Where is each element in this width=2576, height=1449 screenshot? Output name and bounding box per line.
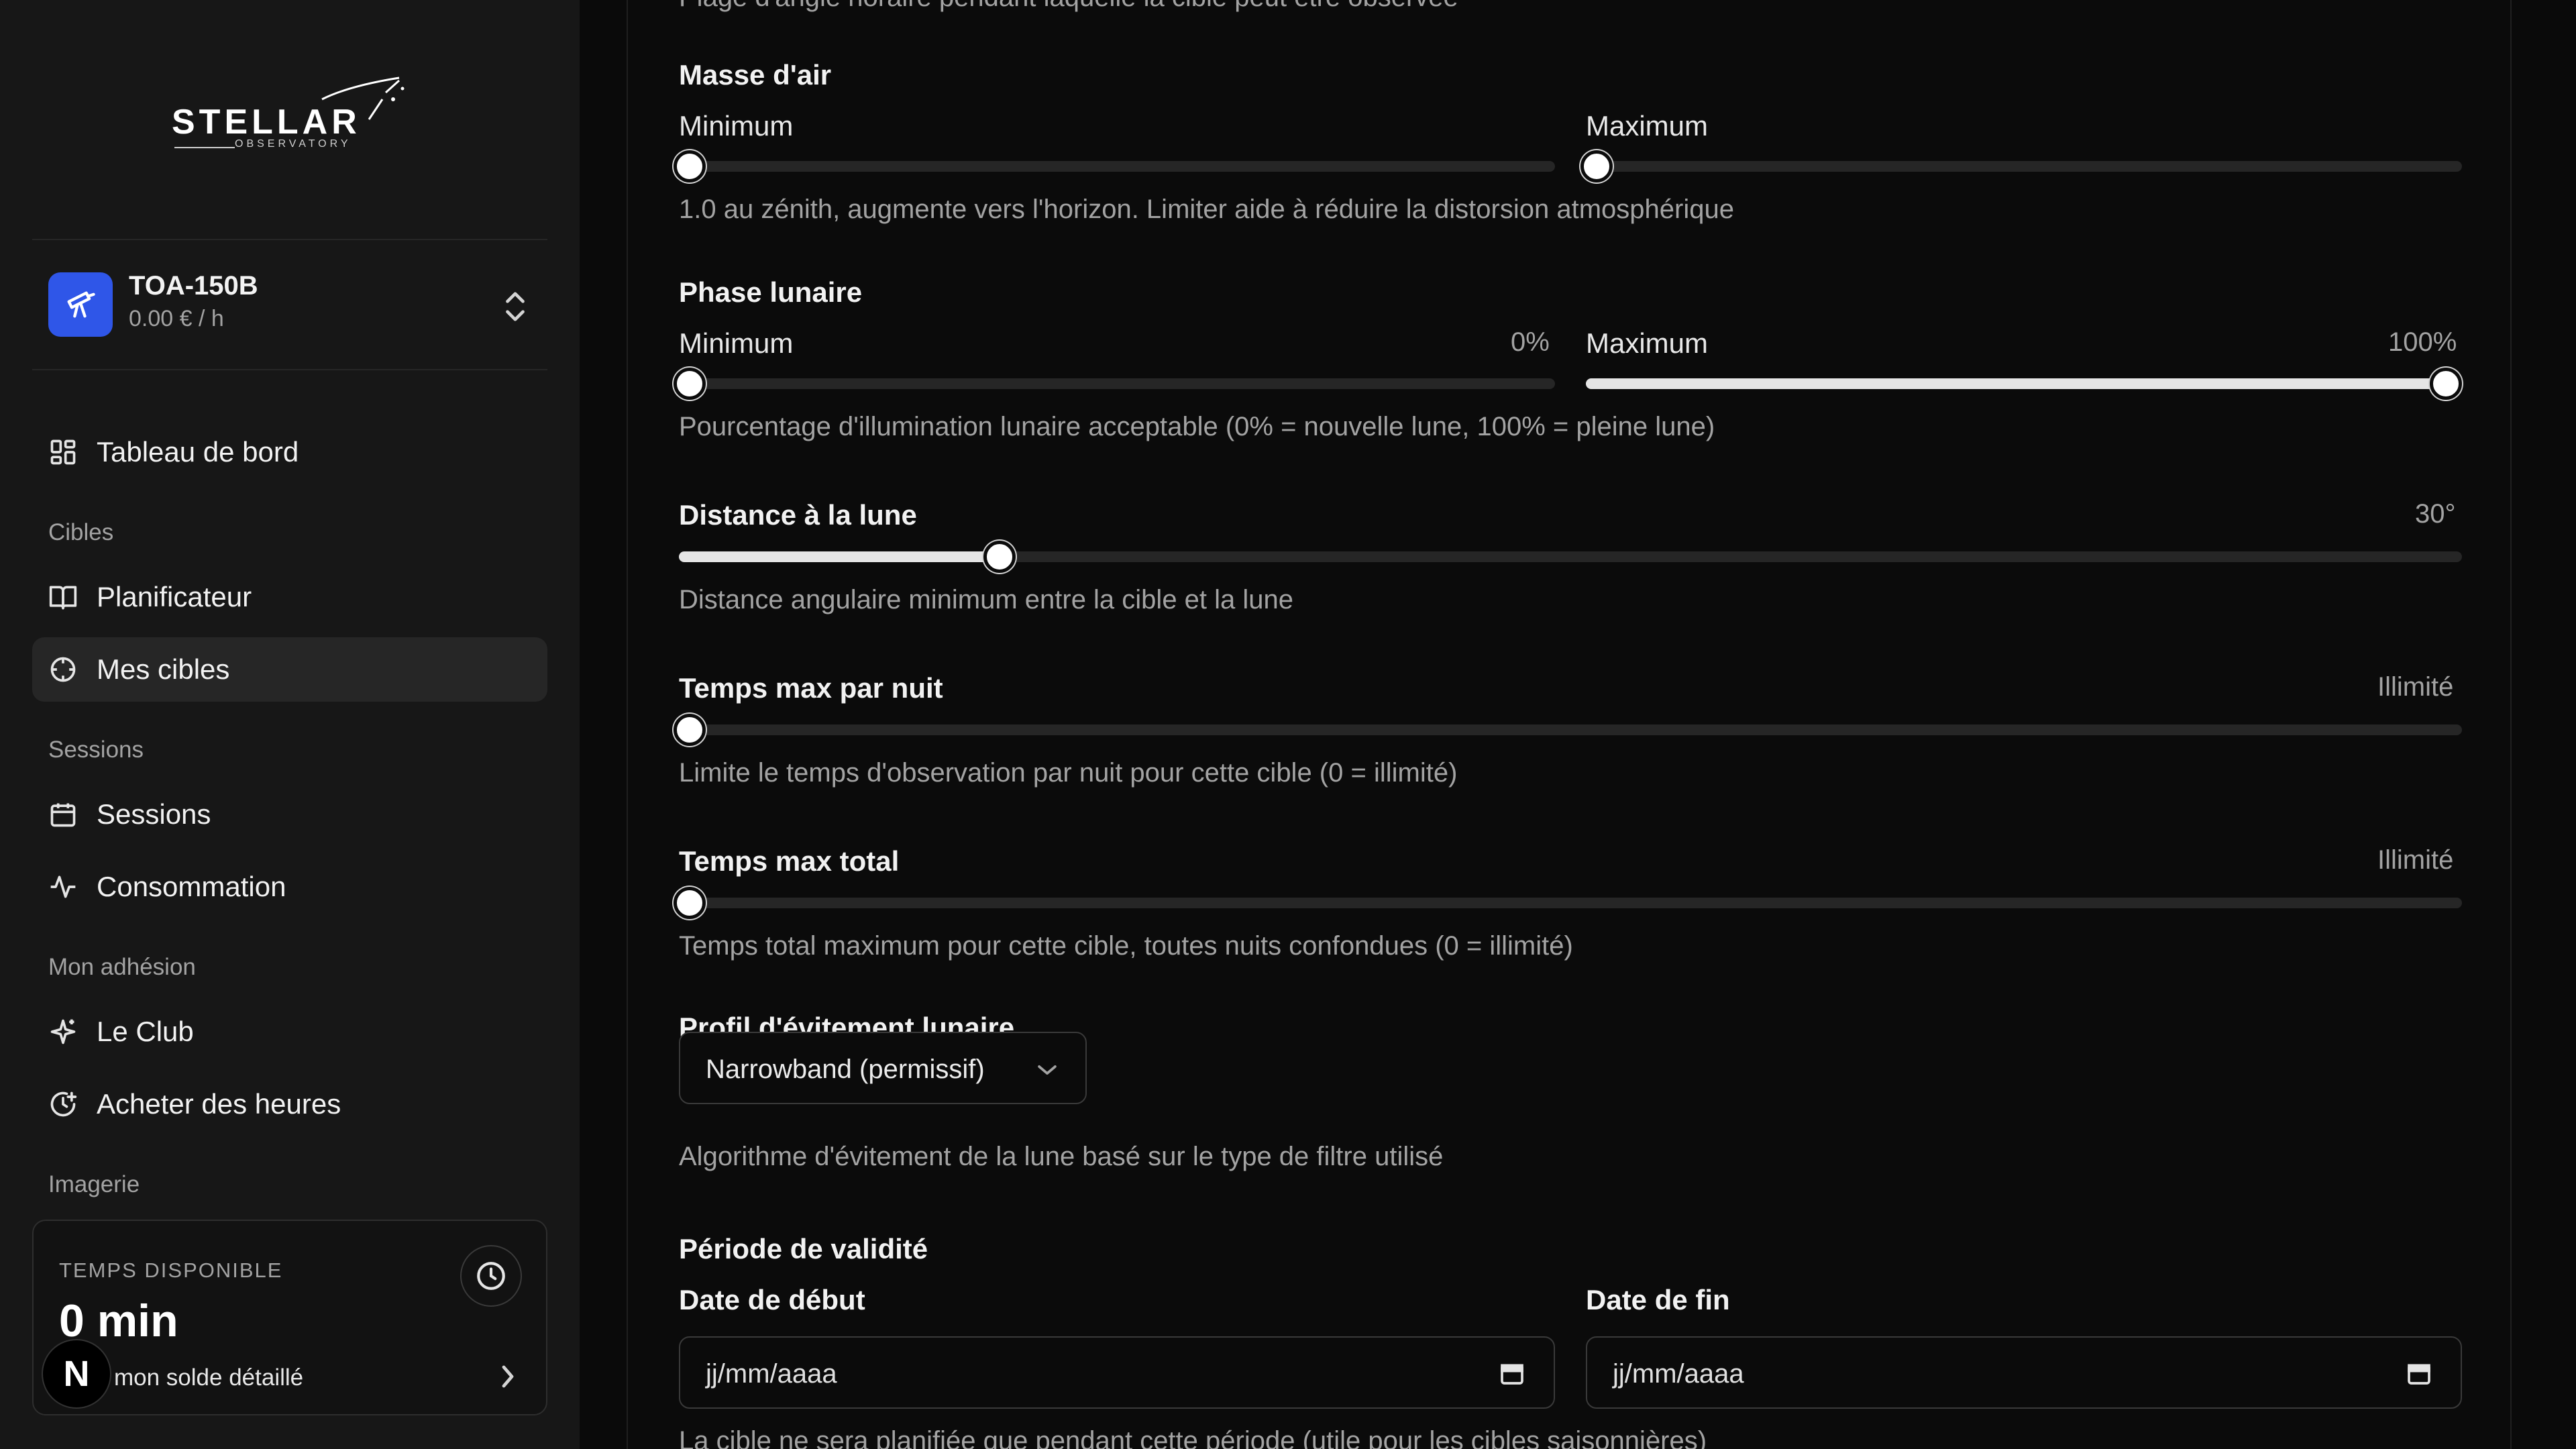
avoidance-help: Algorithme d'évitement de la lune basé s… (679, 1142, 1444, 1171)
nav-section-sessions: Sessions (48, 737, 144, 763)
sparkles-icon (50, 1019, 76, 1044)
moon-distance-title: Distance à la lune (679, 499, 917, 531)
nav-item-planner[interactable]: Planificateur (32, 565, 547, 629)
moon-phase-min-slider[interactable] (674, 368, 1555, 400)
avoidance-profile-select[interactable]: Narrowband (permissif) (679, 1032, 1087, 1104)
nav-item-dashboard[interactable]: Tableau de bord (32, 420, 547, 484)
crosshair-icon (50, 657, 76, 682)
moon-phase-help: Pourcentage d'illumination lunaire accep… (679, 412, 1715, 441)
nav-label: Acheter des heures (97, 1088, 341, 1120)
moon-phase-min-label: Minimum (679, 327, 794, 359)
nav-item-my-targets[interactable]: Mes cibles (32, 637, 547, 702)
calendar-icon[interactable] (2406, 1359, 2432, 1387)
moon-distance-help: Distance angulaire minimum entre la cibl… (679, 585, 1294, 614)
max-per-night-title: Temps max par nuit (679, 672, 943, 704)
end-date-placeholder: jj/mm/aaaa (1613, 1359, 1744, 1389)
nav-section-membership: Mon adhésion (48, 954, 196, 980)
airmass-max-label: Maximum (1586, 110, 1709, 142)
divider (32, 239, 547, 240)
calendar-icon (50, 803, 76, 827)
device-name: TOA-150B (129, 271, 258, 301)
max-total-help: Temps total maximum pour cette cible, to… (679, 931, 1573, 961)
sidebar: STELLAR OBSERVATORY TOA-150B 0.00 € / h … (0, 0, 580, 1449)
nav-section-targets: Cibles (48, 519, 114, 545)
slider-thumb[interactable] (674, 150, 706, 182)
available-time-label: TEMPS DISPONIBLE (59, 1258, 283, 1282)
device-price: 0.00 € / h (129, 306, 224, 331)
slider-thumb[interactable] (674, 714, 706, 746)
nav-label: Le Club (97, 1016, 194, 1047)
calendar-icon[interactable] (1499, 1359, 1525, 1387)
slider-thumb[interactable] (1580, 150, 1613, 182)
airmass-max-slider[interactable] (1580, 150, 2462, 182)
nav-label: Mes cibles (97, 653, 230, 685)
end-date-input[interactable]: jj/mm/aaaa (1586, 1336, 2462, 1409)
stellar-logo[interactable]: STELLAR OBSERVATORY (168, 72, 409, 153)
nav-label: Consommation (97, 871, 286, 902)
airmass-min-slider[interactable] (674, 150, 1555, 182)
moon-phase-min-value: 0% (1511, 327, 1550, 357)
max-total-title: Temps max total (679, 845, 900, 877)
end-date-label: Date de fin (1586, 1284, 1730, 1316)
grid-icon (50, 439, 76, 465)
slider-thumb[interactable] (983, 541, 1016, 573)
n-badge-icon[interactable]: N (42, 1339, 111, 1409)
clock-plus-icon (50, 1091, 77, 1117)
max-total-value: Illimité (2377, 845, 2454, 875)
nav-item-club[interactable]: Le Club (32, 1000, 547, 1064)
target-settings-panel: Plage d'angle horaire pendant laquelle l… (627, 0, 2512, 1449)
slider-thumb[interactable] (674, 368, 706, 400)
validity-title: Période de validité (679, 1233, 928, 1265)
moon-phase-max-slider[interactable] (1586, 368, 2462, 400)
activity-icon (50, 875, 76, 898)
moon-distance-value: 30° (2415, 499, 2456, 529)
chevrons-up-down-icon[interactable] (502, 290, 529, 323)
airmass-title: Masse d'air (679, 59, 832, 91)
telescope-icon (48, 272, 113, 337)
slider-fill (1586, 378, 2446, 389)
chevron-down-icon (1038, 1065, 1057, 1075)
available-time-card[interactable]: TEMPS DISPONIBLE 0 min mon solde détaill… (32, 1220, 547, 1415)
chevron-right-icon (502, 1365, 514, 1388)
max-per-night-value: Illimité (2377, 672, 2454, 702)
slider-fill (679, 551, 1000, 562)
slider-thumb[interactable] (2430, 368, 2462, 400)
nav-section-imaging: Imagerie (48, 1171, 140, 1197)
start-date-placeholder: jj/mm/aaaa (706, 1359, 837, 1389)
max-per-night-slider[interactable] (674, 714, 2462, 746)
nav-label: Sessions (97, 798, 211, 830)
device-selector[interactable]: TOA-150B 0.00 € / h (32, 255, 547, 356)
nav-label: Planificateur (97, 581, 252, 612)
start-date-input[interactable]: jj/mm/aaaa (679, 1336, 1555, 1409)
validity-help: La cible ne sera planifiée que pendant c… (679, 1426, 1707, 1449)
balance-detail-link[interactable]: mon solde détaillé (114, 1364, 303, 1391)
logo-subtitle: OBSERVATORY (235, 138, 352, 150)
logo-wordmark: STELLAR (172, 103, 361, 142)
max-per-night-help: Limite le temps d'observation par nuit p… (679, 758, 1458, 788)
nav-label: Tableau de bord (97, 436, 299, 468)
airmass-help: 1.0 au zénith, augmente vers l'horizon. … (679, 195, 1734, 224)
moon-phase-max-label: Maximum (1586, 327, 1709, 359)
nav-item-buy-hours[interactable]: Acheter des heures (32, 1072, 547, 1136)
start-date-label: Date de début (679, 1284, 865, 1316)
moon-distance-slider[interactable] (679, 541, 2462, 573)
divider (32, 369, 547, 370)
book-open-icon (49, 586, 77, 610)
moon-phase-title: Phase lunaire (679, 276, 863, 308)
hour-angle-help: Plage d'angle horaire pendant laquelle l… (679, 0, 1458, 13)
nav-item-sessions[interactable]: Sessions (32, 782, 547, 847)
clock-icon (460, 1245, 522, 1307)
moon-phase-max-value: 100% (2388, 327, 2457, 357)
nav-item-consumption[interactable]: Consommation (32, 855, 547, 919)
slider-thumb[interactable] (674, 887, 706, 919)
max-total-slider[interactable] (674, 887, 2462, 919)
airmass-min-label: Minimum (679, 110, 794, 142)
avoidance-selected-value: Narrowband (permissif) (706, 1055, 985, 1084)
